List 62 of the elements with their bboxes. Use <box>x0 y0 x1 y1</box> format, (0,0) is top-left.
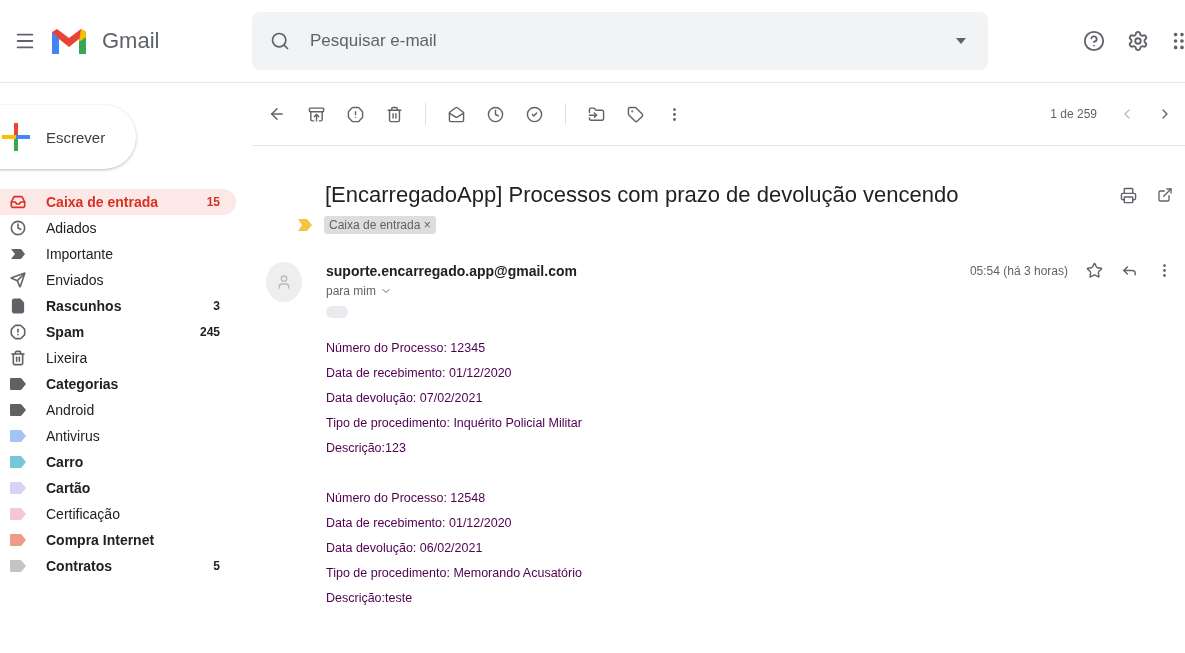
sidebar-item[interactable]: Adiados <box>0 215 236 241</box>
body-line: Data de recebimento: 01/12/2020 <box>326 515 513 532</box>
sidebar-item[interactable]: Rascunhos 3 <box>0 293 236 319</box>
file-icon <box>10 298 26 314</box>
body-line: Data devolução: 07/02/2021 <box>326 390 484 407</box>
body-line: Tipo de procedimento: Inquérito Policial Militar <box>326 415 583 432</box>
app-name: Gmail <box>102 28 160 54</box>
gmail-logo[interactable] <box>50 26 88 56</box>
body-line: Descrição:teste <box>326 590 414 607</box>
caret-icon[interactable] <box>956 38 966 44</box>
help-icon[interactable] <box>1083 30 1105 52</box>
archive-icon[interactable] <box>308 105 325 123</box>
clock-icon <box>10 220 26 236</box>
sender-address: suporte.encarregado.app@gmail.com <box>326 262 578 279</box>
spam-icon[interactable] <box>347 105 364 123</box>
mail-open-icon[interactable] <box>448 105 465 123</box>
important-icon <box>298 219 312 231</box>
sidebar-item[interactable]: Antivirus <box>0 423 236 449</box>
sidebar-item[interactable]: Contratos 5 <box>0 553 236 579</box>
sidebar-item[interactable]: Enviados <box>0 267 236 293</box>
folder-icon[interactable] <box>588 105 605 123</box>
body-line: Data devolução: 06/02/2021 <box>326 540 484 557</box>
body-line: Descrição:123 <box>326 440 407 457</box>
label-chip[interactable]: Caixa de entrada × <box>324 216 436 234</box>
plus-icon <box>2 123 30 151</box>
body-line: Tipo de procedimento: Memorando Acusatório <box>326 565 583 582</box>
body-line: Data de recebimento: 01/12/2020 <box>326 365 513 382</box>
settings-icon[interactable] <box>1127 30 1149 52</box>
sidebar-item[interactable]: Caixa de entrada 15 <box>0 189 236 215</box>
back-icon[interactable] <box>268 105 286 123</box>
sidebar-item[interactable]: Carro <box>0 449 236 475</box>
body-line: Número do Processo: 12345 <box>326 340 487 357</box>
search-field[interactable]: Pesquisar e-mail <box>308 30 938 52</box>
sidebar-item[interactable]: Importante <box>0 241 236 267</box>
search-icon[interactable] <box>270 31 290 51</box>
clock-icon[interactable] <box>487 105 504 123</box>
sidebar-item[interactable]: Compra Internet <box>0 527 236 553</box>
sidebar-item[interactable]: Lixeira <box>0 345 236 371</box>
print-icon[interactable] <box>1120 186 1137 204</box>
sidebar-item[interactable]: Cartão <box>0 475 236 501</box>
body-line: Número do Processo: 12548 <box>326 490 487 507</box>
email-subject: [EncarregadoApp] Processos com prazo de devolução vencendo <box>325 182 960 208</box>
compose-button[interactable]: Escrever <box>0 105 136 169</box>
pager-text: 1 de 259 <box>1050 107 1097 121</box>
sidebar-item[interactable]: Categorias <box>0 371 236 397</box>
external-link-icon[interactable] <box>1157 187 1173 203</box>
time-text: 05:54 (há 3 horas) <box>969 263 1068 278</box>
trash-icon[interactable] <box>386 105 403 123</box>
send-icon <box>10 272 26 288</box>
check-icon[interactable] <box>526 105 543 123</box>
avatar <box>266 262 302 302</box>
label-icon[interactable] <box>627 105 644 123</box>
spam-icon <box>10 324 26 340</box>
sidebar-item[interactable]: Certificação <box>0 501 236 527</box>
trash-icon <box>10 350 26 366</box>
search-bar[interactable]: Pesquisar e-mail <box>252 12 988 70</box>
recipient-text[interactable]: para mim <box>326 284 1173 298</box>
important-icon <box>10 247 26 261</box>
inbox-icon <box>10 194 26 210</box>
sidebar-item[interactable]: Spam 245 <box>0 319 236 345</box>
sidebar-item[interactable]: Android <box>0 397 236 423</box>
star-icon[interactable] <box>1086 262 1103 279</box>
